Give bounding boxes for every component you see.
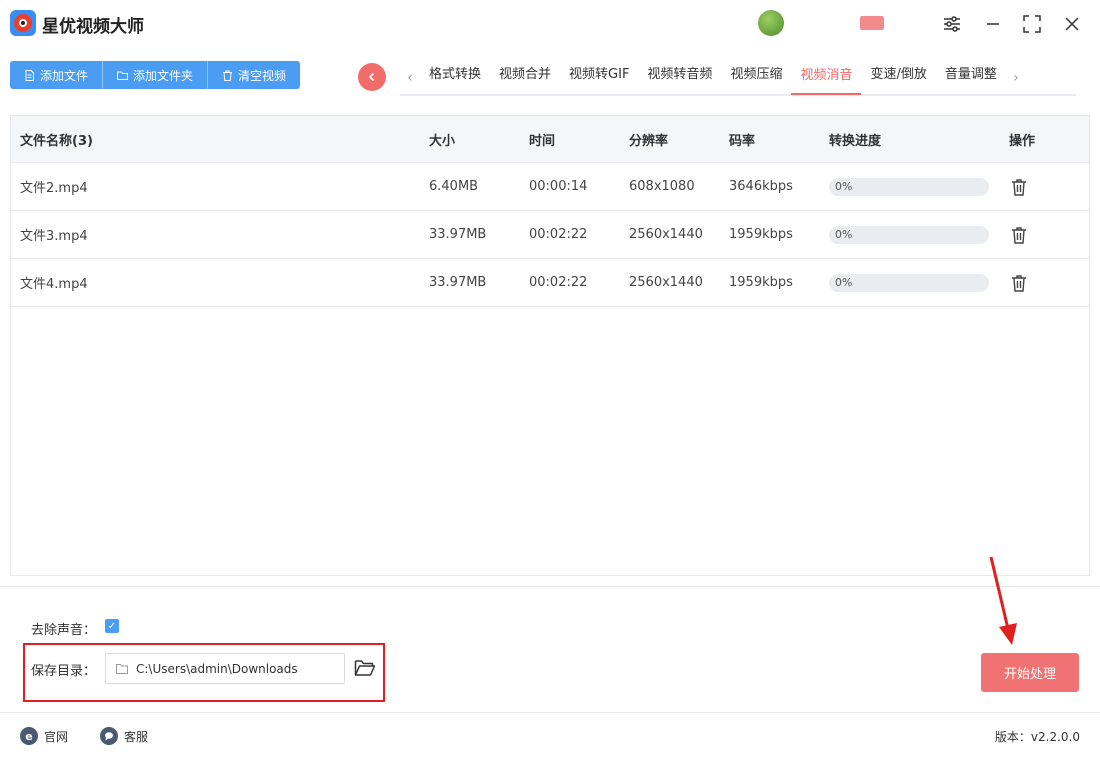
table-header: 文件名称(3) 大小 时间 分辨率 码率 转换进度 操作: [11, 116, 1089, 163]
tabs-next-chevron-right-icon[interactable]: ›: [1006, 70, 1026, 86]
chevron-left-icon: [368, 72, 375, 82]
file-name: 文件2.mp4: [20, 181, 88, 196]
trash-icon[interactable]: [1009, 273, 1029, 293]
tab-video-to-gif[interactable]: 视频转GIF: [560, 62, 638, 94]
file-resolution: 2560x1440: [629, 275, 703, 290]
tab-video-compress[interactable]: 视频压缩: [721, 62, 791, 94]
progress-cell: 0%: [829, 163, 989, 210]
chat-icon: [100, 727, 118, 745]
remove-audio-checkbox[interactable]: ✓: [105, 619, 119, 633]
file-size: 33.97MB: [429, 275, 487, 290]
file-resolution: 608x1080: [629, 179, 695, 194]
header-name: 文件名称(3): [20, 133, 93, 149]
vip-badge: [860, 16, 884, 30]
header-action: 操作: [1009, 133, 1036, 149]
tab-video-to-audio[interactable]: 视频转音频: [638, 62, 721, 94]
minimize-icon[interactable]: [981, 12, 1005, 36]
progress-cell: 0%: [829, 211, 989, 258]
footer: e 官网 客服 版本：v2.2.0.0: [0, 712, 1100, 760]
file-duration: 00:00:14: [529, 179, 588, 194]
file-icon: [25, 69, 34, 81]
header-time: 时间: [529, 133, 556, 149]
add-folder-label: 添加文件夹: [133, 68, 194, 83]
maximize-icon[interactable]: [1020, 12, 1044, 36]
tabs-prev-chevron-left-icon[interactable]: ‹: [400, 70, 420, 86]
avatar[interactable]: [758, 10, 784, 36]
header-size: 大小: [429, 133, 456, 149]
delete-cell: [1009, 211, 1029, 258]
user-area[interactable]: [758, 10, 884, 36]
file-table: 文件名称(3) 大小 时间 分辨率 码率 转换进度 操作 文件2.mp4 6.40…: [10, 115, 1090, 576]
close-icon[interactable]: [1060, 12, 1084, 36]
annotation-arrow: [985, 555, 1025, 651]
annotation-highlight-box: [23, 643, 385, 702]
progress-text: 0%: [835, 179, 853, 193]
toolbar: 添加文件 添加文件夹 清空视频: [10, 61, 301, 89]
app-logo-icon: [10, 10, 36, 36]
file-bitrate: 3646kbps: [729, 179, 793, 194]
tab-video-merge[interactable]: 视频合并: [490, 62, 560, 94]
table-row[interactable]: 文件4.mp4 33.97MB 00:02:22 2560x1440 1959kbps 0…: [11, 259, 1089, 307]
file-bitrate: 1959kbps: [729, 227, 793, 242]
app-title: 星优视频大师: [42, 17, 144, 37]
support-label: 客服: [124, 729, 149, 744]
trash-icon[interactable]: [1009, 225, 1029, 245]
settings-sliders-icon[interactable]: [940, 12, 964, 36]
table-row[interactable]: 文件2.mp4 6.40MB 00:00:14 608x1080 3646kbps 0%: [11, 163, 1089, 211]
ie-icon: e: [20, 727, 38, 745]
delete-cell: [1009, 163, 1029, 210]
start-process-button[interactable]: 开始处理: [981, 653, 1079, 692]
delete-cell: [1009, 259, 1029, 306]
support-link[interactable]: 客服: [100, 727, 148, 745]
add-file-button[interactable]: 添加文件: [10, 61, 104, 89]
title-bar: 星优视频大师: [0, 0, 1100, 48]
version-text: 版本：v2.2.0.0: [994, 730, 1080, 744]
progress-text: 0%: [835, 275, 853, 289]
tab-volume-adjust[interactable]: 音量调整: [936, 62, 1006, 94]
website-label: 官网: [44, 729, 69, 744]
file-name: 文件3.mp4: [20, 229, 88, 244]
add-file-label: 添加文件: [40, 68, 89, 83]
header-progress: 转换进度: [829, 133, 882, 149]
header-resolution: 分辨率: [629, 133, 669, 149]
collapse-button[interactable]: [358, 63, 386, 91]
website-link[interactable]: e 官网: [20, 727, 68, 745]
file-duration: 00:02:22: [529, 227, 588, 242]
file-resolution: 2560x1440: [629, 227, 703, 242]
clear-videos-label: 清空视频: [238, 68, 287, 83]
file-duration: 00:02:22: [529, 275, 588, 290]
clear-videos-button[interactable]: 清空视频: [208, 61, 301, 89]
tab-format-convert[interactable]: 格式转换: [420, 62, 490, 94]
file-size: 6.40MB: [429, 179, 479, 194]
tab-video-mute[interactable]: 视频消音: [791, 63, 862, 95]
progress-bar: 0%: [829, 273, 989, 292]
file-size: 33.97MB: [429, 227, 487, 242]
file-name: 文件4.mp4: [20, 277, 88, 292]
tab-speed-reverse[interactable]: 变速/倒放: [861, 62, 935, 94]
options-panel: 去除声音： ✓ 保存目录： C:\Users\admin\Downloads 开…: [0, 556, 1100, 712]
file-bitrate: 1959kbps: [729, 275, 793, 290]
add-folder-button[interactable]: 添加文件夹: [103, 61, 209, 89]
trash-icon: [223, 70, 233, 81]
header-bitrate: 码率: [729, 133, 756, 149]
function-tabs: ‹ 格式转换 视频合并 视频转GIF 视频转音频 视频压缩 视频消音 变速/倒放…: [400, 62, 1076, 96]
remove-audio-label: 去除声音：: [31, 623, 97, 638]
progress-cell: 0%: [829, 259, 989, 306]
progress-bar: 0%: [829, 177, 989, 196]
progress-text: 0%: [835, 227, 853, 241]
folder-icon: [117, 71, 129, 80]
progress-bar: 0%: [829, 225, 989, 244]
trash-icon[interactable]: [1009, 177, 1029, 197]
table-row[interactable]: 文件3.mp4 33.97MB 00:02:22 2560x1440 1959kbps 0…: [11, 211, 1089, 259]
